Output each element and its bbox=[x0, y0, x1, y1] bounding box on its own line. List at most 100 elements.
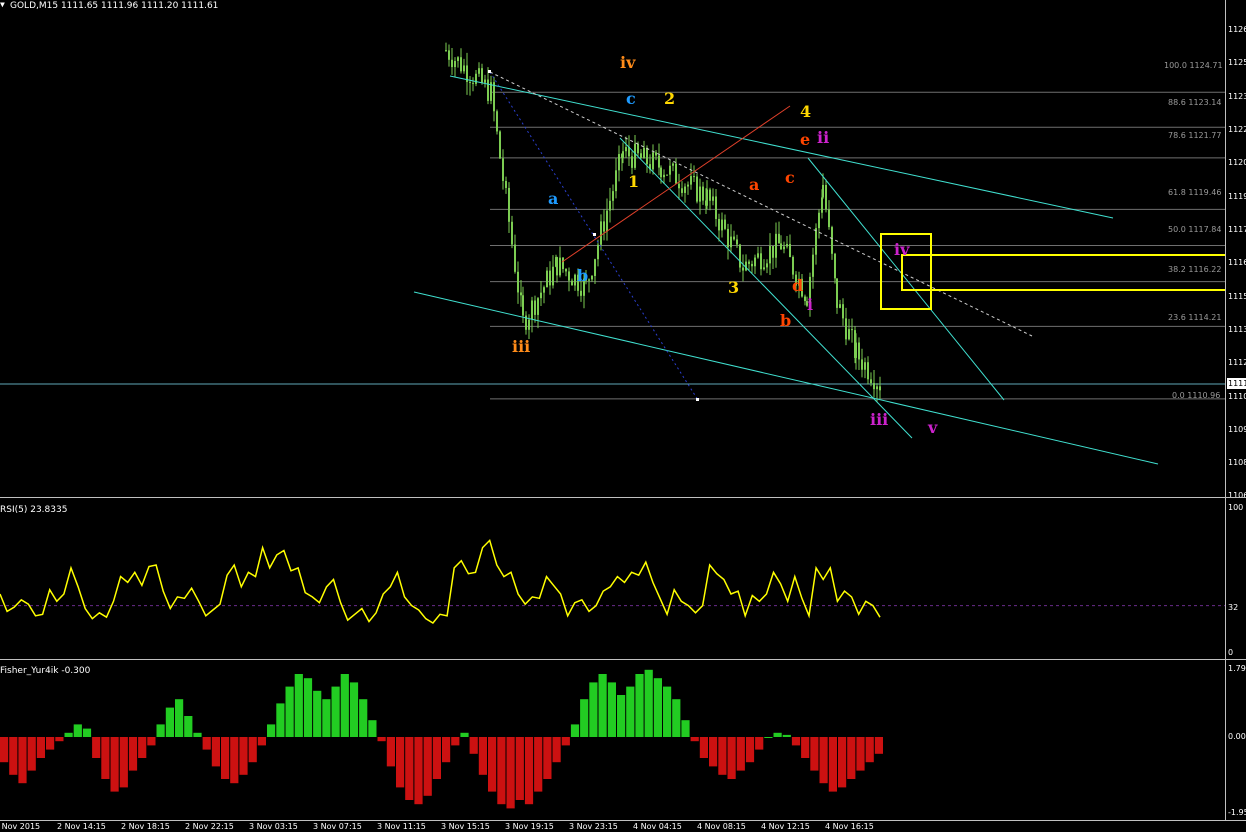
pane-separator[interactable] bbox=[0, 497, 1246, 498]
wave-label[interactable]: a bbox=[749, 175, 759, 194]
candle-body bbox=[568, 271, 570, 281]
wave-label[interactable]: d bbox=[792, 276, 803, 295]
price-axis-label: 1113 bbox=[1228, 325, 1246, 334]
chart-symbol-title: GOLD,M15 1111.65 1111.96 1111.20 1111.61 bbox=[10, 1, 219, 11]
candle-body bbox=[815, 228, 817, 255]
fisher-histogram-bar bbox=[773, 732, 782, 737]
fib-level-label: 61.8 1119.46 bbox=[1168, 188, 1222, 197]
candle-body bbox=[660, 167, 662, 178]
price-axis-label: 1109 bbox=[1228, 425, 1246, 434]
wave-label[interactable]: iv bbox=[620, 53, 635, 72]
rsi-pane[interactable]: RSI(5) 23.8335 bbox=[0, 500, 1225, 658]
fisher-histogram-bar bbox=[690, 737, 699, 742]
fisher-histogram-bar bbox=[73, 724, 82, 737]
wave-label[interactable]: ii bbox=[817, 128, 829, 147]
fisher-histogram-bar bbox=[423, 737, 432, 796]
candle-body bbox=[448, 50, 450, 60]
wave-label[interactable]: 1 bbox=[628, 172, 639, 191]
candle-body bbox=[517, 271, 519, 293]
candle-body bbox=[867, 362, 869, 380]
fisher-histogram-bar bbox=[874, 737, 883, 754]
anchor-point bbox=[488, 70, 491, 73]
candle-body bbox=[839, 304, 841, 308]
candle-body bbox=[597, 244, 599, 260]
wave-label[interactable]: 2 bbox=[664, 89, 675, 108]
fisher-pane[interactable]: Fisher_Yur4ik -0.300 bbox=[0, 662, 1225, 820]
fisher-title: Fisher_Yur4ik -0.300 bbox=[0, 666, 91, 676]
candle-body bbox=[693, 176, 695, 178]
fisher-axis-label: 0.00 bbox=[1228, 732, 1246, 741]
wave-label[interactable]: c bbox=[626, 89, 636, 108]
wave-label[interactable]: 3 bbox=[728, 278, 739, 297]
fisher-histogram-bar bbox=[856, 737, 865, 771]
fisher-histogram-bar bbox=[488, 737, 497, 792]
fisher-histogram-bar bbox=[819, 737, 828, 784]
time-axis[interactable]: 2 Nov 2015 2 Nov 14:15 2 Nov 18:15 2 Nov… bbox=[0, 822, 1246, 832]
fisher-histogram-bar bbox=[607, 682, 616, 737]
candle-body bbox=[669, 165, 671, 175]
candle-body bbox=[848, 329, 850, 340]
candle-body bbox=[706, 189, 708, 206]
candle-body bbox=[588, 279, 590, 281]
fisher-histogram-bar bbox=[791, 737, 801, 746]
fisher-histogram-bar bbox=[27, 737, 36, 771]
candle-body bbox=[778, 233, 780, 244]
wave-label[interactable]: 4 bbox=[800, 102, 811, 121]
candle-body bbox=[727, 228, 729, 248]
fisher-histogram-bar bbox=[119, 737, 128, 788]
candle-body bbox=[655, 152, 657, 156]
candle-body bbox=[514, 244, 516, 272]
candle-body bbox=[845, 318, 847, 340]
wave-label[interactable]: a bbox=[548, 189, 558, 208]
fisher-histogram-bar bbox=[147, 737, 156, 746]
candle-body bbox=[818, 212, 820, 229]
rsi-line bbox=[0, 538, 881, 624]
pane-separator[interactable] bbox=[0, 659, 1246, 660]
fisher-histogram-bar bbox=[202, 737, 211, 750]
candle-body bbox=[825, 184, 827, 210]
candle-body bbox=[493, 82, 495, 112]
fisher-histogram-bar bbox=[138, 737, 147, 758]
candle-body bbox=[879, 386, 881, 391]
time-axis-label: 3 Nov 11:15 bbox=[377, 822, 426, 831]
wave-label[interactable]: i bbox=[807, 295, 813, 314]
wave-label[interactable]: v bbox=[928, 418, 937, 437]
wave-label[interactable]: b bbox=[577, 266, 588, 285]
fisher-histogram-bar bbox=[828, 737, 837, 792]
candle-body bbox=[502, 158, 504, 181]
candle-body bbox=[763, 267, 765, 270]
time-axis-label: 2 Nov 2015 bbox=[0, 822, 41, 831]
price-axis[interactable]: 1126 1125 1123 1122 1120 1119 1117 1116 … bbox=[1226, 0, 1246, 497]
wave-label[interactable]: iii bbox=[512, 337, 530, 356]
wave-label[interactable]: e bbox=[800, 130, 810, 149]
fisher-histogram-bar bbox=[755, 737, 764, 750]
candle-body bbox=[612, 191, 614, 201]
time-axis-label: 4 Nov 04:15 bbox=[633, 822, 682, 831]
candle-body bbox=[591, 275, 593, 280]
candle-body bbox=[780, 243, 782, 250]
fisher-histogram-bar bbox=[193, 732, 202, 737]
candle-body bbox=[606, 210, 608, 232]
candle-body bbox=[574, 274, 576, 286]
wave-label[interactable]: iv bbox=[894, 240, 909, 259]
rsi-axis[interactable]: 100 32 0 bbox=[1226, 500, 1246, 658]
chart-menu-arrow-icon[interactable]: ▼ bbox=[0, 0, 5, 9]
candle-body bbox=[775, 233, 777, 258]
candle-body bbox=[609, 200, 611, 211]
candle-body bbox=[772, 246, 774, 258]
wave-label[interactable]: b bbox=[780, 311, 791, 330]
fisher-histogram-bar bbox=[497, 737, 506, 805]
candle-body bbox=[451, 59, 453, 68]
fisher-histogram-bar bbox=[211, 737, 220, 767]
candle-body bbox=[822, 184, 824, 198]
wave-label[interactable]: c bbox=[785, 168, 795, 187]
fisher-histogram-bar bbox=[699, 737, 708, 758]
price-chart-pane[interactable]: ▼ GOLD,M15 1111.65 1111.96 1111.20 1111.… bbox=[0, 0, 1225, 497]
wave-label[interactable]: iii bbox=[870, 410, 888, 429]
rsi-title: RSI(5) 23.8335 bbox=[0, 505, 68, 515]
fisher-histogram-bar bbox=[847, 737, 856, 779]
candle-body bbox=[562, 257, 564, 269]
fisher-axis[interactable]: 1.79 0.00 -1.95 bbox=[1226, 662, 1246, 820]
candle-body bbox=[460, 57, 462, 72]
price-axis-label: 1112 bbox=[1228, 358, 1246, 367]
